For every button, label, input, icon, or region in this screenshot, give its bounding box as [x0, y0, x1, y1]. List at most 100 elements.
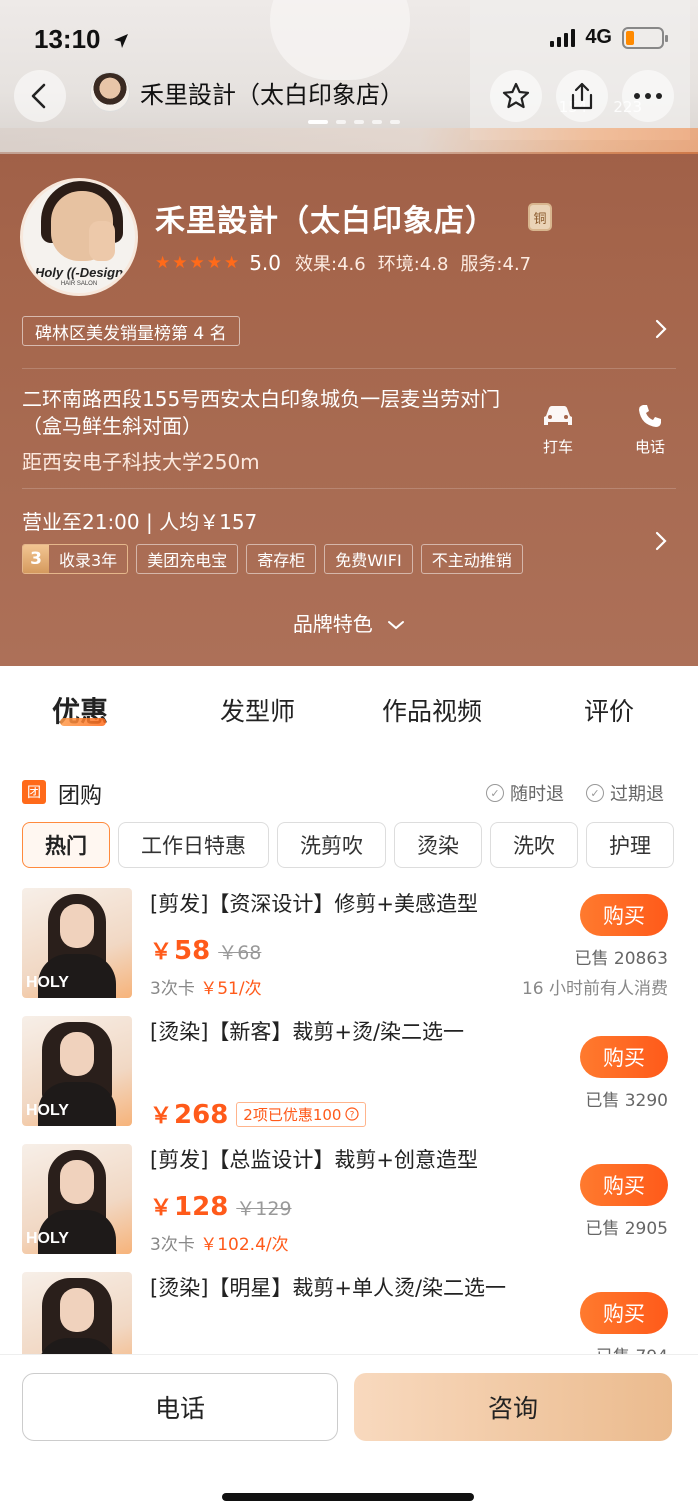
phone-button[interactable]: 电话: [620, 402, 680, 457]
status-bar: 13:10 4G: [0, 0, 698, 70]
rating-stars-icon: ★★★★★: [155, 253, 242, 273]
tab-stylists[interactable]: 发型师: [220, 692, 295, 728]
deal-price: 268: [174, 1100, 229, 1130]
nav-title-text: 禾里設計（太白印象店）: [140, 80, 404, 109]
battery-icon: [622, 26, 668, 49]
original-price: ￥129: [236, 1198, 292, 1220]
shop-mini-avatar: [90, 72, 130, 112]
merchant-level-badge[interactable]: 铜: [528, 203, 552, 231]
deal-title: [剪发]【资深设计】修剪+美感造型: [150, 892, 478, 916]
car-icon: [544, 406, 572, 425]
location-arrow-icon: [113, 34, 128, 49]
phone-icon: [639, 405, 661, 427]
signal-icon: [550, 28, 576, 47]
chip-care[interactable]: 护理: [586, 822, 674, 868]
divider: [22, 368, 676, 369]
tag-item: 不主动推销: [420, 544, 523, 574]
share-icon: [571, 82, 593, 110]
deal-thumbnail: HOLY: [22, 888, 132, 998]
chip-wash-blow[interactable]: 洗吹: [490, 822, 578, 868]
original-price: ￥68: [218, 942, 262, 964]
call-button[interactable]: 电话: [22, 1373, 338, 1441]
buy-button[interactable]: 购买: [580, 1164, 668, 1206]
more-icon: [634, 93, 662, 99]
shop-header: 154 223 13:10 4G 禾里設計（太白印象店）: [0, 0, 698, 666]
tab-videos[interactable]: 作品视频: [382, 692, 482, 728]
divider: [22, 488, 676, 489]
refund-expired-label: 过期退: [610, 784, 664, 805]
sold-count: 已售 3290: [585, 1091, 668, 1111]
deal-item[interactable]: HOLY [剪发]【总监设计】裁剪+创意造型 ￥ 128 ￥129 3次卡 ￥1…: [22, 1144, 676, 1256]
category-filter: 热门 工作日特惠 洗剪吹 烫染 洗吹 护理: [22, 822, 674, 868]
recent-activity: 16 小时前有人消费: [521, 979, 668, 999]
currency: ￥: [150, 940, 173, 965]
back-button[interactable]: [14, 70, 66, 122]
nav-title: 禾里設計（太白印象店）: [90, 72, 404, 112]
rating-row[interactable]: ★★★★★ 5.0 效果:4.6 环境:4.8 服务:4.7: [155, 250, 543, 276]
shop-name: 禾里設計（太白印象店）: [155, 204, 496, 239]
chip-wash-cut-blow[interactable]: 洗剪吹: [277, 822, 386, 868]
chevron-right-icon[interactable]: [654, 530, 668, 558]
brand-feature-label: 品牌特色: [292, 612, 373, 636]
tag-item: 美团充电宝: [136, 544, 239, 574]
refund-anytime: ✓ 随时退: [486, 780, 564, 806]
deal-price-row: ￥ 58 ￥68: [150, 934, 261, 966]
check-circle-icon: ✓: [586, 784, 604, 802]
taxi-label: 打车: [542, 438, 573, 456]
currency: ￥: [150, 1196, 173, 1221]
deal-price-row: ￥ 128 ￥129: [150, 1190, 292, 1222]
deal-price: 128: [174, 1192, 229, 1222]
shop-logo[interactable]: Holy ((-Design HAIR SALON: [20, 178, 138, 296]
years-tag: 3 收录3年: [22, 544, 129, 574]
chevron-right-icon[interactable]: [654, 318, 668, 346]
business-hours: 营业至21:00 | 人均￥157: [22, 510, 258, 534]
shop-tags[interactable]: 3 收录3年 美团充电宝 寄存柜 免费WIFI 不主动推销: [22, 544, 523, 574]
favorite-button[interactable]: [490, 70, 542, 122]
buy-button[interactable]: 购买: [580, 894, 668, 936]
refund-anytime-label: 随时退: [510, 784, 564, 805]
deal-title: [剪发]【总监设计】裁剪+创意造型: [150, 1148, 478, 1172]
effect-score: 效果:4.6: [295, 254, 366, 275]
years-label: 收录3年: [59, 551, 118, 570]
deal-item[interactable]: HOLY [剪发]【资深设计】修剪+美感造型 ￥ 58 ￥68 3次卡 ￥51/…: [22, 888, 676, 1000]
sold-count: 已售 20863: [574, 949, 668, 969]
discount-label: 2项已优惠100: [243, 1105, 342, 1124]
network-type: 4G: [585, 26, 612, 48]
logo-sub-text: HAIR SALON: [60, 281, 98, 287]
consult-button[interactable]: 咨询: [354, 1373, 672, 1441]
more-button[interactable]: [622, 70, 674, 122]
top-nav: 禾里設計（太白印象店）: [0, 66, 698, 126]
tab-reviews[interactable]: 评价: [584, 692, 634, 728]
buy-button[interactable]: 购买: [580, 1036, 668, 1078]
ranking-tag[interactable]: 碑林区美发销量榜第 4 名: [22, 316, 240, 346]
chip-weekday[interactable]: 工作日特惠: [118, 822, 269, 868]
deal-price-row: ￥ 268 2项已优惠100 ?: [150, 1098, 367, 1130]
rating-score: 5.0: [249, 251, 282, 275]
service-score: 服务:4.7: [460, 254, 532, 275]
buy-button[interactable]: 购买: [580, 1292, 668, 1334]
deal-item[interactable]: HOLY [烫染]【新客】裁剪+烫/染二选一 ￥ 268 2项已优惠100 ? …: [22, 1016, 676, 1130]
logo-brand-text: Holy ((-Design: [34, 265, 124, 280]
star-icon: [502, 82, 530, 109]
home-indicator[interactable]: [222, 1493, 474, 1501]
deal-title: [烫染]【新客】裁剪+烫/染二选一: [150, 1020, 465, 1044]
shop-address[interactable]: 二环南路西段155号西安太白印象城负一层麦当劳对门（盒马鲜生斜对面）: [22, 386, 502, 440]
group-buy-title: 团购: [58, 784, 103, 809]
phone-label: 电话: [634, 438, 665, 456]
taxi-button[interactable]: 打车: [528, 402, 588, 457]
brand-feature-toggle[interactable]: 品牌特色: [0, 608, 698, 637]
refund-expired: ✓ 过期退: [586, 780, 664, 806]
status-time: 13:10: [34, 24, 130, 55]
years-number: 3: [23, 545, 49, 573]
chip-perm-dye[interactable]: 烫染: [394, 822, 482, 868]
deal-thumbnail: HOLY: [22, 1144, 132, 1254]
multi-use-card: 3次卡 ￥102.4/次: [150, 1235, 289, 1255]
environment-score: 环境:4.8: [377, 254, 449, 275]
share-button[interactable]: [556, 70, 608, 122]
currency: ￥: [150, 1104, 173, 1129]
group-buy-header: 团 团购 ✓ 随时退 ✓ 过期退: [22, 778, 676, 809]
discount-tag[interactable]: 2项已优惠100 ?: [236, 1101, 367, 1127]
chip-hot[interactable]: 热门: [22, 822, 110, 868]
bottom-action-bar: 电话 咨询: [0, 1354, 698, 1512]
deal-price: 58: [174, 936, 211, 966]
